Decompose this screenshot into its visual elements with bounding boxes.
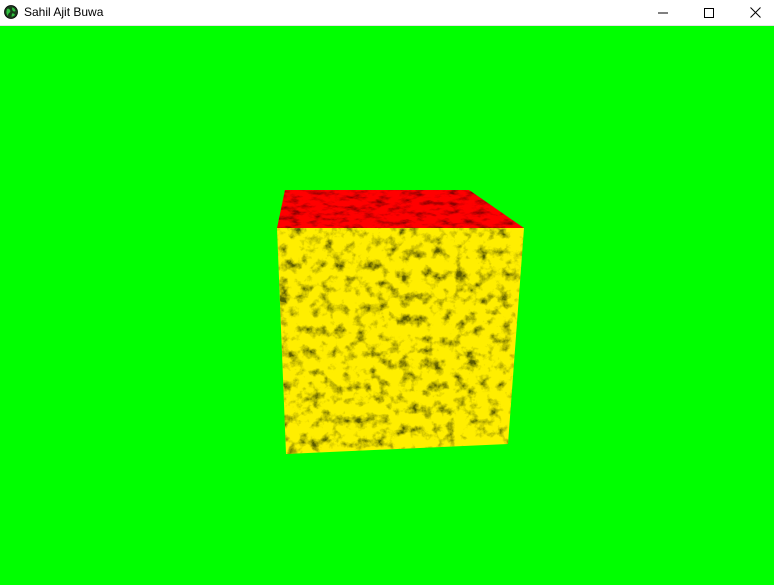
- app-window: Sahil Ajit Buwa: [0, 0, 774, 585]
- window-title: Sahil Ajit Buwa: [24, 5, 104, 19]
- cube-top-face: [277, 190, 524, 228]
- minimize-icon: [658, 12, 668, 13]
- close-icon: [749, 7, 761, 18]
- globe-icon: [4, 5, 18, 19]
- close-button[interactable]: [732, 0, 774, 25]
- minimize-button[interactable]: [640, 0, 686, 25]
- title-bar[interactable]: Sahil Ajit Buwa: [0, 0, 774, 26]
- cube-front-face: [277, 228, 524, 454]
- render-viewport[interactable]: [0, 26, 774, 585]
- cube-scene: [277, 190, 524, 454]
- maximize-icon: [704, 7, 714, 18]
- maximize-button[interactable]: [686, 0, 732, 25]
